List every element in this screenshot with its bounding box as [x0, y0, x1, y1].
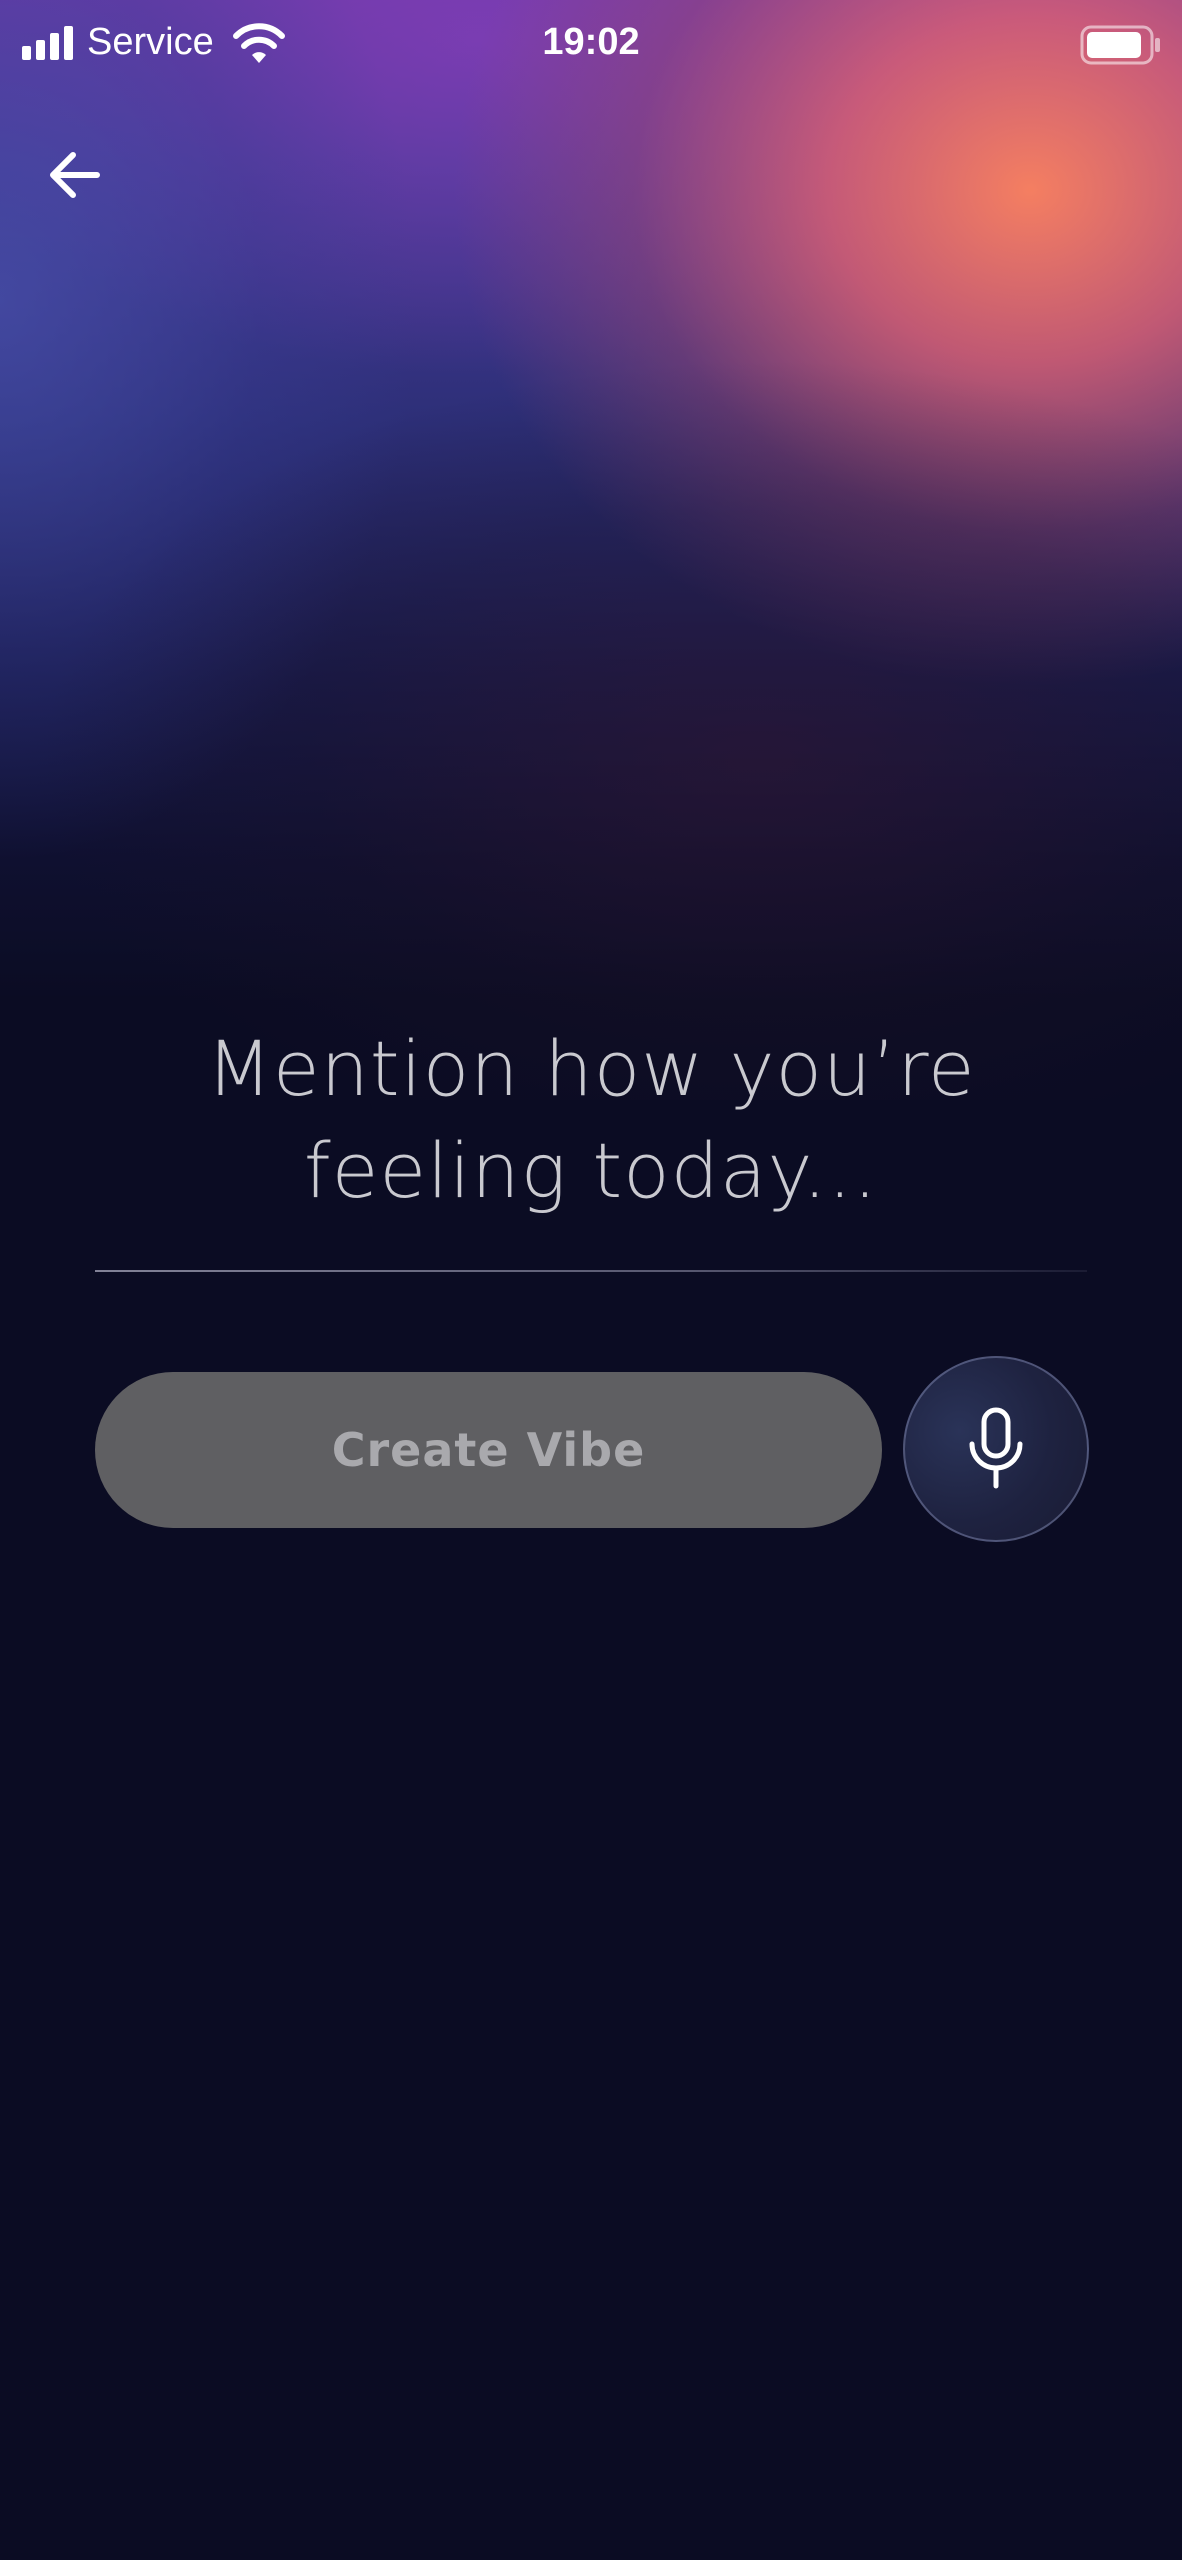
prompt-line-2: feeling today...: [303, 1126, 879, 1215]
background-violet-glow: [0, 0, 1182, 1100]
arrow-left-icon: [50, 152, 100, 198]
microphone-icon: [969, 1407, 1023, 1489]
background-shadow: [0, 0, 1182, 1100]
back-button[interactable]: [30, 130, 120, 220]
battery-icon: [1080, 25, 1162, 65]
background-orange-glow: [0, 0, 1182, 1100]
background-gradient: [0, 0, 1182, 1100]
microphone-button[interactable]: [903, 1356, 1089, 1542]
background-blue-glow: [0, 0, 1182, 1100]
prompt-line-1: Mention how you’re: [206, 1024, 976, 1113]
status-bar: Service 19:02: [0, 0, 1182, 90]
vibe-input-screen: Service 19:02 Mention how you’re feeling…: [0, 0, 1182, 2560]
status-time: 19:02: [542, 21, 640, 63]
input-underline: [95, 1270, 1087, 1272]
create-vibe-button[interactable]: Create Vibe: [95, 1372, 882, 1528]
feeling-input-prompt[interactable]: Mention how you’re feeling today...: [90, 1018, 1092, 1222]
